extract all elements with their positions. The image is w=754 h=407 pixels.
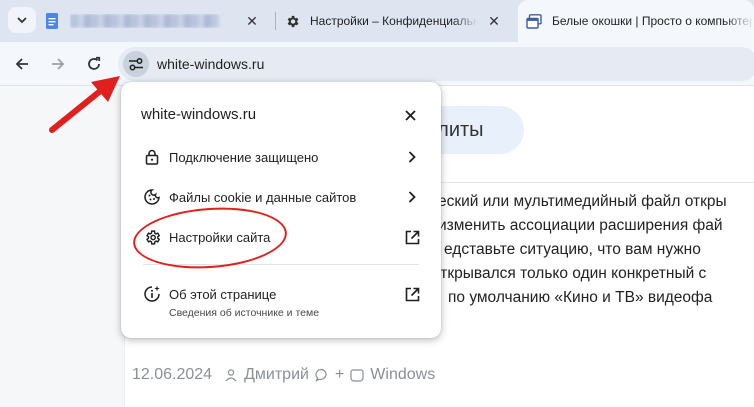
window-icon (526, 13, 542, 29)
folder-icon (350, 368, 364, 382)
user-icon (224, 368, 238, 382)
tab-active-white-windows[interactable]: Белые окошки | Просто о компьютерах (518, 0, 754, 42)
url-text: white-windows.ru (157, 56, 265, 72)
info-sparkle-icon (143, 285, 161, 303)
address-bar[interactable]: white-windows.ru (118, 47, 754, 81)
tab-docs[interactable]: ✕ (44, 0, 272, 42)
close-button[interactable] (401, 106, 419, 124)
cookies-item[interactable]: Файлы cookie и данные сайтов (121, 177, 441, 217)
tab-title-blurred (70, 14, 236, 28)
open-external-icon (403, 285, 421, 303)
connection-secure-item[interactable]: Подключение защищено (121, 137, 441, 177)
lock-icon (143, 148, 161, 166)
chevron-down-icon (17, 17, 27, 24)
open-external-icon (403, 228, 421, 246)
close-icon[interactable]: ✕ (244, 13, 260, 29)
popup-title: white-windows.ru (141, 106, 257, 123)
post-category[interactable]: Windows (370, 366, 435, 384)
close-icon (404, 109, 416, 121)
chevron-right-icon (403, 148, 421, 166)
tab-title: Белые окошки | Просто о компьютерах (552, 14, 754, 28)
tab-strip: ✕ Настройки – Конфиденциальность и безоп… (0, 0, 754, 42)
site-info-button[interactable] (123, 51, 149, 77)
tab-settings[interactable]: Настройки – Конфиденциальность и безопас… (284, 0, 514, 42)
back-button[interactable] (8, 50, 36, 78)
gear-icon (284, 13, 300, 29)
tab-separator (275, 12, 276, 30)
site-info-popup: white-windows.ru Подключение защищено Фа… (121, 82, 441, 338)
menu-item-label: Об этой странице (169, 286, 277, 302)
post-comments[interactable]: + (335, 366, 344, 384)
cookie-icon (143, 188, 161, 206)
post-author[interactable]: Дмитрий (244, 366, 309, 384)
tab-search-button[interactable] (8, 7, 36, 33)
close-icon[interactable]: ✕ (486, 13, 502, 29)
post-date: 12.06.2024 (132, 366, 213, 383)
menu-item-label: Файлы cookie и данные сайтов (169, 189, 357, 205)
comment-icon (315, 368, 329, 382)
arrow-left-icon (15, 58, 28, 70)
menu-item-sublabel: Сведения об источнике и теме (169, 307, 320, 319)
docs-icon (44, 13, 60, 29)
tune-icon (129, 58, 143, 71)
tab-title: Настройки – Конфиденциальность и безопас… (310, 14, 478, 28)
post-meta: 12.06.2024 Дмитрий + Windows (132, 366, 435, 384)
annotation-arrow-icon (49, 76, 120, 133)
menu-item-label: Подключение защищено (169, 149, 319, 165)
chevron-right-icon (403, 188, 421, 206)
